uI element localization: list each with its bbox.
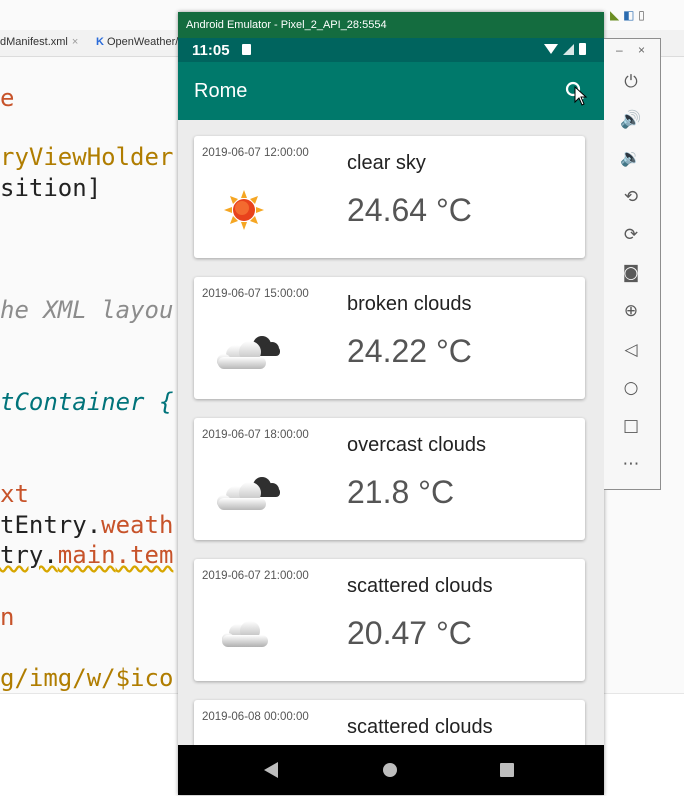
- wifi-icon: [544, 44, 558, 54]
- rotate-right-icon[interactable]: ⟳: [618, 222, 644, 248]
- code-token: tEntry.: [0, 511, 102, 539]
- forecast-card[interactable]: 2019-06-08 00:00:00 scattered clouds: [194, 700, 585, 745]
- code-token: main: [57, 541, 116, 569]
- overview-icon[interactable]: □: [618, 413, 644, 439]
- status-icons: [544, 43, 586, 55]
- volume-down-icon[interactable]: 🔉: [618, 145, 644, 171]
- forecast-list[interactable]: 2019-06-07 12:00:00 clear sky 24.64 °C 2…: [178, 120, 604, 745]
- forecast-date: 2019-06-07 21:00:00: [202, 570, 309, 582]
- emulator-side-toolbar: – × ⏻ 🔊 🔉 ⟲ ⟳ ◙ ⊕ ◁ ○ □ ⋯: [604, 38, 661, 490]
- sdk-manager-icon[interactable]: ◧: [623, 8, 634, 22]
- sun-icon: [224, 190, 264, 230]
- close-button[interactable]: ×: [638, 43, 645, 57]
- code-token: try.: [0, 541, 58, 569]
- code-line: tEntry.weath: [0, 511, 173, 539]
- weather-description: overcast clouds: [347, 434, 486, 456]
- forecast-card[interactable]: 2019-06-07 18:00:00 overcast clouds 21.8…: [194, 418, 585, 540]
- ide-toolbar-icons: ◣ ◧ ▯: [610, 8, 645, 22]
- side-toolbar-controls: – ×: [604, 43, 660, 59]
- emulator-title-bar[interactable]: Android Emulator - Pixel_2_API_28:5554: [178, 12, 604, 38]
- forecast-card[interactable]: 2019-06-07 21:00:00 scattered clouds 20.…: [194, 559, 585, 681]
- recent-apps-icon[interactable]: [500, 763, 514, 777]
- code-line: xt: [0, 480, 29, 508]
- forecast-date: 2019-06-07 18:00:00: [202, 429, 309, 441]
- home-icon[interactable]: ○: [618, 375, 644, 401]
- back-icon[interactable]: ◁: [618, 337, 644, 363]
- minimize-button[interactable]: –: [616, 43, 623, 57]
- mouse-cursor-icon: [574, 86, 588, 106]
- more-icon[interactable]: ⋯: [618, 451, 644, 477]
- home-icon[interactable]: [383, 763, 397, 777]
- back-icon[interactable]: [264, 762, 278, 778]
- battery-icon: [579, 43, 586, 55]
- dark-clouds-icon: [217, 477, 280, 510]
- power-icon[interactable]: ⏻: [618, 69, 644, 95]
- cloud-icon: [222, 621, 268, 647]
- code-token: .tem: [115, 541, 174, 569]
- dark-clouds-icon: [217, 336, 280, 369]
- code-line: sition]: [0, 174, 102, 202]
- code-line: n: [0, 603, 15, 631]
- tab-label: OpenWeather/: [106, 36, 179, 48]
- tab-android-manifest[interactable]: dManifest.xml ×: [0, 36, 78, 48]
- weather-description: broken clouds: [347, 293, 472, 315]
- weather-description: scattered clouds: [347, 575, 493, 597]
- weather-description: clear sky: [347, 152, 426, 174]
- device-manager-icon[interactable]: ▯: [638, 8, 645, 22]
- android-navigation-bar: [178, 745, 604, 795]
- app-toolbar: Rome: [178, 62, 604, 120]
- cell-signal-icon: [563, 43, 574, 55]
- volume-up-icon[interactable]: 🔊: [618, 107, 644, 133]
- city-title: Rome: [194, 80, 248, 102]
- forecast-date: 2019-06-08 00:00:00: [202, 711, 309, 723]
- temperature: 20.47 °C: [347, 615, 472, 651]
- android-emulator-window: Android Emulator - Pixel_2_API_28:5554 1…: [178, 12, 604, 795]
- code-token: weath: [101, 511, 174, 539]
- android-status-bar: 11:05: [178, 38, 604, 62]
- code-comment-line: he XML layou: [0, 296, 174, 324]
- status-time: 11:05: [192, 42, 230, 59]
- rotate-left-icon[interactable]: ⟲: [618, 184, 644, 210]
- zoom-icon[interactable]: ⊕: [618, 298, 644, 324]
- forecast-card[interactable]: 2019-06-07 15:00:00 broken clouds 24.22 …: [194, 277, 585, 399]
- code-line: ryViewHolder: [0, 143, 174, 171]
- tab-open-weather[interactable]: K OpenWeather/: [96, 36, 178, 48]
- temperature: 21.8 °C: [347, 474, 455, 510]
- tab-label: dManifest.xml: [0, 36, 68, 48]
- code-line: tContainer {: [0, 388, 174, 416]
- forecast-date: 2019-06-07 15:00:00: [202, 288, 309, 300]
- temperature: 24.22 °C: [347, 333, 472, 369]
- code-line: e: [0, 84, 15, 112]
- sd-card-icon: [242, 44, 251, 55]
- kotlin-file-icon: K: [96, 36, 104, 48]
- tab-close-icon[interactable]: ×: [72, 36, 78, 48]
- code-line: g/img/w/$ico: [0, 664, 174, 692]
- android-sdk-icon[interactable]: ◣: [610, 8, 619, 22]
- forecast-card[interactable]: 2019-06-07 12:00:00 clear sky 24.64 °C: [194, 136, 585, 258]
- code-line-warning: try.main.tem: [0, 541, 173, 569]
- forecast-date: 2019-06-07 12:00:00: [202, 147, 309, 159]
- temperature: 24.64 °C: [347, 192, 472, 228]
- camera-icon[interactable]: ◙: [618, 260, 644, 286]
- weather-description: scattered clouds: [347, 716, 493, 738]
